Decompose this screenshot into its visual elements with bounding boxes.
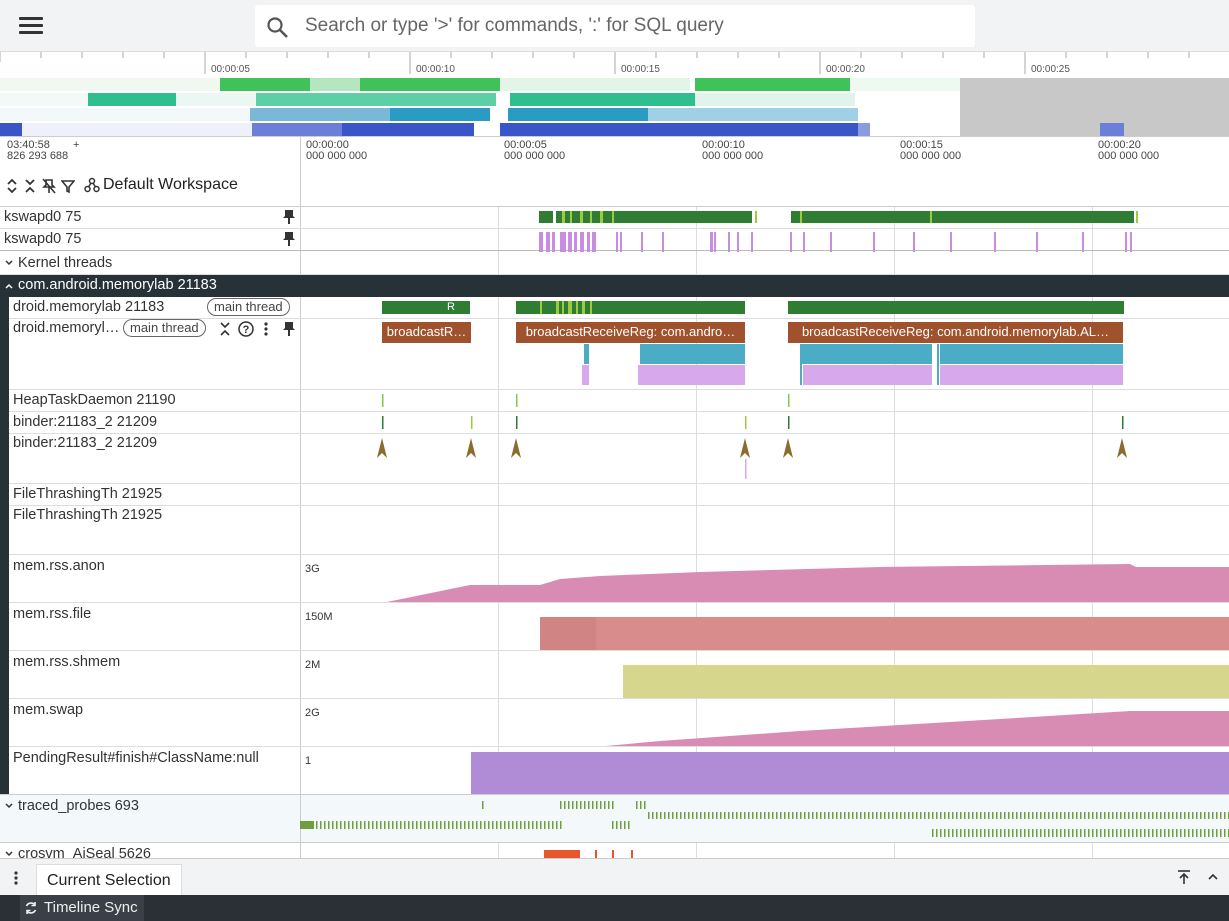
pin-icon[interactable] [282, 231, 296, 247]
hamburger-menu-button[interactable] [14, 10, 48, 42]
main-thread-badge: main thread [207, 298, 290, 316]
workspace-icon[interactable] [84, 177, 100, 193]
thread-name: binder:21183_2 21209 [13, 414, 158, 430]
search-input[interactable] [305, 11, 965, 41]
tracks-area: kswapd0 75 kswapd0 75 Kernel threads com… [0, 207, 1229, 858]
slice-label: broadcastReceiveReg: com.andro… [525, 324, 736, 339]
axis-tick-ns: 000 000 000 [702, 150, 764, 162]
main-thread-state-slices[interactable] [300, 297, 1229, 319]
tab-current-selection[interactable]: Current Selection [36, 864, 182, 896]
collapse-icon[interactable] [219, 321, 231, 337]
omnibox[interactable] [255, 5, 975, 47]
status-bar: Timeline Sync [0, 895, 1229, 921]
maximize-panel-icon[interactable] [1177, 869, 1191, 885]
counter-track-name: mem.rss.anon [13, 558, 105, 574]
counter-mem-rss-anon[interactable] [300, 555, 1229, 603]
overview-timeline[interactable]: 00:00:05 00:00:10 00:00:15 00:00:20 00:0… [0, 52, 1229, 137]
sync-icon [25, 902, 37, 915]
counter-track-name: PendingResult#finish#ClassName:null [13, 750, 259, 766]
pinned-track-name: kswapd0 75 [4, 231, 82, 247]
binder-instant-events[interactable] [300, 434, 1229, 484]
traced-probes-summary[interactable] [300, 795, 1229, 842]
svg-text:?: ? [243, 324, 250, 336]
counter-mem-rss-file[interactable] [300, 603, 1229, 651]
kswapd-slices[interactable] [300, 207, 1229, 255]
counter-track-name: mem.rss.file [13, 606, 92, 622]
overview-tick: 00:00:10 [416, 64, 455, 75]
thread-state-label: R [447, 301, 455, 313]
expand-all-icon[interactable] [5, 178, 19, 194]
group-kernel-threads[interactable]: Kernel threads [18, 255, 112, 271]
workspace-name[interactable]: Default Workspace [103, 176, 238, 194]
axis-tick-ns: 000 000 000 [1098, 150, 1160, 162]
slice-label: broadcastReceiveReg: com.android.memoryl… [801, 324, 1110, 339]
main-thread-badge: main thread [123, 319, 206, 337]
help-icon[interactable]: ? [237, 320, 255, 338]
counter-track-name: mem.swap [13, 702, 84, 718]
time-axis-header: 03:40:58 + 826 293 688 00:00:00 000 000 … [0, 137, 1229, 207]
timeline-sync-label: Timeline Sync [44, 899, 138, 916]
chevron-down-icon[interactable] [4, 849, 14, 858]
slice-label: broadcastR… [386, 324, 467, 339]
chevron-down-icon[interactable] [4, 258, 14, 268]
overview-tick: 00:00:25 [1031, 64, 1070, 75]
pin-icon[interactable] [282, 209, 296, 225]
origin-plus: + [73, 139, 80, 151]
counter-track-name: mem.rss.shmem [13, 654, 121, 670]
group-crosvm[interactable]: crosvm_AiSeal 5626 [18, 846, 151, 858]
thread-name: HeapTaskDaemon 21190 [13, 392, 176, 408]
overview-tick: 00:00:15 [621, 64, 660, 75]
thread-name: droid.memorylab 21183 [13, 299, 165, 315]
more-vert-icon[interactable] [12, 870, 20, 886]
overview-tick: 00:00:20 [826, 64, 865, 75]
filter-icon[interactable] [61, 178, 75, 194]
bottom-panel-tabs: Current Selection [0, 858, 1229, 896]
counter-mem-rss-shmem[interactable] [300, 651, 1229, 699]
thread-name: FileThrashingTh 21925 [13, 507, 163, 523]
collapse-all-icon[interactable] [23, 178, 37, 194]
thread-name: FileThrashingTh 21925 [13, 486, 163, 502]
axis-tick-ns: 000 000 000 [900, 150, 962, 162]
origin-ns: 826 293 688 [7, 150, 69, 162]
chevron-up-icon[interactable] [1207, 871, 1219, 883]
thread-name: binder:21183_2 21209 [13, 435, 158, 451]
thread-name: droid.memoryl… [13, 320, 120, 336]
chevron-down-icon[interactable] [4, 801, 14, 811]
pin-icon[interactable] [282, 321, 296, 337]
counter-pending-result[interactable] [300, 747, 1229, 795]
search-icon [267, 17, 288, 38]
binder-state-slices[interactable] [300, 412, 1229, 434]
axis-tick-ns: 000 000 000 [504, 150, 566, 162]
group-traced-probes[interactable]: traced_probes 693 [18, 798, 139, 814]
more-vert-icon[interactable] [262, 321, 270, 337]
pinned-track-name: kswapd0 75 [4, 209, 82, 225]
heap-slices[interactable] [300, 390, 1229, 412]
axis-tick-ns: 000 000 000 [306, 150, 368, 162]
unpin-all-icon[interactable] [42, 178, 56, 194]
nested-slices[interactable] [300, 344, 1229, 388]
crosvm-summary[interactable] [300, 843, 1229, 858]
timeline-sync-button[interactable]: Timeline Sync [20, 895, 144, 921]
top-bar [0, 0, 1229, 52]
overview-tick: 00:00:05 [211, 64, 250, 75]
chevron-up-icon[interactable] [4, 281, 14, 291]
counter-mem-swap[interactable] [300, 699, 1229, 747]
group-process-name: com.android.memorylab 21183 [18, 277, 217, 293]
